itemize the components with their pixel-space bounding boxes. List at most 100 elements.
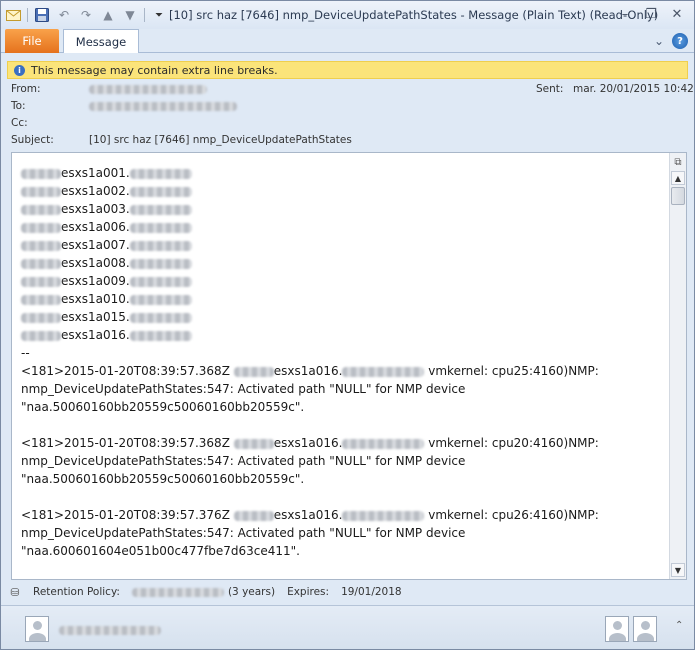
log-entry-line: nmp_DeviceUpdatePathStates:547: Activate… xyxy=(21,382,466,396)
ribbon-tabs: File Message ⌄ ? xyxy=(1,29,694,53)
log-entry-line: "naa.50060160bb20559c50060160bb20559c". xyxy=(21,472,305,486)
host-line: esxs1a015. xyxy=(21,308,661,326)
info-bar-text: This message may contain extra line brea… xyxy=(31,63,278,77)
host-line: esxs1a016. xyxy=(21,326,661,344)
subject-row: Subject: [10] src haz [7646] nmp_DeviceU… xyxy=(11,134,687,148)
expand-people-pane-icon[interactable]: ⌃ xyxy=(675,620,683,631)
avatar[interactable] xyxy=(605,616,629,642)
to-label: To: xyxy=(11,100,26,112)
help-icon[interactable]: ? xyxy=(672,33,688,49)
close-icon[interactable]: ✕ xyxy=(666,5,688,23)
cc-row: Cc: xyxy=(11,117,687,131)
log-entry-line: "naa.600601604e051b00c477fbe7d63ce411". xyxy=(21,544,300,558)
redacted-prefix xyxy=(21,294,61,305)
redacted-prefix xyxy=(233,366,274,377)
redacted-prefix xyxy=(21,276,61,287)
host-line: esxs1a007. xyxy=(21,236,661,254)
from-value[interactable] xyxy=(89,83,207,95)
log-entry-line: nmp_DeviceUpdatePathStates:547: Activate… xyxy=(21,454,466,468)
retention-label: Retention Policy: xyxy=(33,586,120,598)
cc-label: Cc: xyxy=(11,117,28,129)
message-body[interactable]: esxs1a001. esxs1a002. esxs1a003. esxs1a0… xyxy=(11,152,687,580)
undo-icon[interactable]: ↶ xyxy=(56,7,72,23)
redacted-domain xyxy=(129,222,192,233)
sent-value: mar. 20/01/2015 10:42 xyxy=(573,83,694,95)
host-line: esxs1a001. xyxy=(21,164,661,182)
redacted-domain xyxy=(129,294,192,305)
tab-message[interactable]: Message xyxy=(63,29,139,53)
toolbar-separator xyxy=(144,8,145,22)
message-body-text: esxs1a001. esxs1a002. esxs1a003. esxs1a0… xyxy=(21,164,661,560)
log-entry-line: "naa.50060160bb20559c50060160bb20559c". xyxy=(21,400,305,414)
customize-icon[interactable]: ⏷ xyxy=(151,7,167,23)
redacted-domain xyxy=(129,204,192,215)
redacted-domain xyxy=(129,276,192,287)
log-entry-line: <181>2015-01-20T08:39:57.368Z esxs1a016.… xyxy=(21,436,599,450)
redacted-domain xyxy=(342,510,425,521)
redacted-prefix xyxy=(21,312,61,323)
redacted-domain xyxy=(129,186,192,197)
vertical-scrollbar[interactable]: ⧉ ▲ ▼ xyxy=(669,153,686,579)
sent-label: Sent: xyxy=(536,83,564,95)
redacted-prefix xyxy=(21,222,61,233)
tab-file[interactable]: File xyxy=(5,29,59,53)
redacted-policy-name xyxy=(131,587,224,597)
from-row: From: Sent: mar. 20/01/2015 10:42 xyxy=(11,83,694,97)
message-header: From: Sent: mar. 20/01/2015 10:42 To: Cc… xyxy=(11,83,694,149)
redacted-prefix xyxy=(21,258,61,269)
quick-access-toolbar: ↶ ↷ ▲ ▼ ⏷ xyxy=(5,6,173,24)
avatar[interactable] xyxy=(633,616,657,642)
ribbon-right-controls: ⌄ ? xyxy=(646,33,688,49)
retention-bar: ⛁ Retention Policy: (3 years) Expires: 1… xyxy=(7,583,688,601)
info-bar[interactable]: i This message may contain extra line br… xyxy=(7,61,688,79)
log-entry-line: <181>2015-01-20T08:39:57.376Z esxs1a016.… xyxy=(21,508,599,522)
toolbar-separator xyxy=(27,8,28,22)
from-label: From: xyxy=(11,83,41,95)
minimize-icon[interactable]: – xyxy=(614,5,636,23)
redacted-domain xyxy=(342,366,425,377)
redacted-prefix xyxy=(21,186,61,197)
host-line: esxs1a008. xyxy=(21,254,661,272)
redacted-domain xyxy=(129,168,192,179)
host-line: esxs1a003. xyxy=(21,200,661,218)
envelope-icon[interactable] xyxy=(5,7,21,23)
scroll-down-icon[interactable]: ▼ xyxy=(671,563,685,577)
redo-icon[interactable]: ↷ xyxy=(78,7,94,23)
restore-icon[interactable]: ❐ xyxy=(640,5,662,23)
host-line: esxs1a009. xyxy=(21,272,661,290)
log-entry-line: nmp_DeviceUpdatePathStates:547: Activate… xyxy=(21,526,466,540)
redacted-domain xyxy=(129,240,192,251)
window-title: [10] src haz [7646] nmp_DeviceUpdatePath… xyxy=(169,8,659,22)
to-value[interactable] xyxy=(89,100,237,112)
expires-value: 19/01/2018 xyxy=(341,586,402,598)
subject-value: [10] src haz [7646] nmp_DeviceUpdatePath… xyxy=(89,134,352,146)
host-line: esxs1a010. xyxy=(21,290,661,308)
log-entry-line: <181>2015-01-20T08:39:57.368Z esxs1a016.… xyxy=(21,364,599,378)
up-arrow-icon[interactable]: ▲ xyxy=(100,7,116,23)
redacted-prefix xyxy=(21,240,61,251)
split-view-icon[interactable]: ⧉ xyxy=(671,155,685,169)
scroll-thumb[interactable] xyxy=(671,187,685,205)
redacted-domain xyxy=(129,330,192,341)
redacted-prefix xyxy=(21,330,61,341)
people-pane-name[interactable] xyxy=(59,623,161,636)
down-arrow-icon[interactable]: ▼ xyxy=(122,7,138,23)
redacted-name xyxy=(59,625,161,635)
redacted-prefix xyxy=(233,510,274,521)
redacted-prefix xyxy=(21,204,61,215)
host-line: esxs1a002. xyxy=(21,182,661,200)
scroll-up-icon[interactable]: ▲ xyxy=(671,171,685,185)
subject-label: Subject: xyxy=(11,134,54,146)
save-icon[interactable] xyxy=(34,7,50,23)
redacted-domain xyxy=(342,438,425,449)
retention-policy-icon: ⛁ xyxy=(10,585,20,599)
info-icon: i xyxy=(14,64,25,76)
expires-label: Expires: xyxy=(287,586,330,598)
to-row: To: xyxy=(11,100,687,114)
host-line: esxs1a006. xyxy=(21,218,661,236)
expand-ribbon-icon[interactable]: ⌄ xyxy=(650,33,668,49)
separator-line: -- xyxy=(21,346,30,360)
avatar[interactable] xyxy=(25,616,49,642)
